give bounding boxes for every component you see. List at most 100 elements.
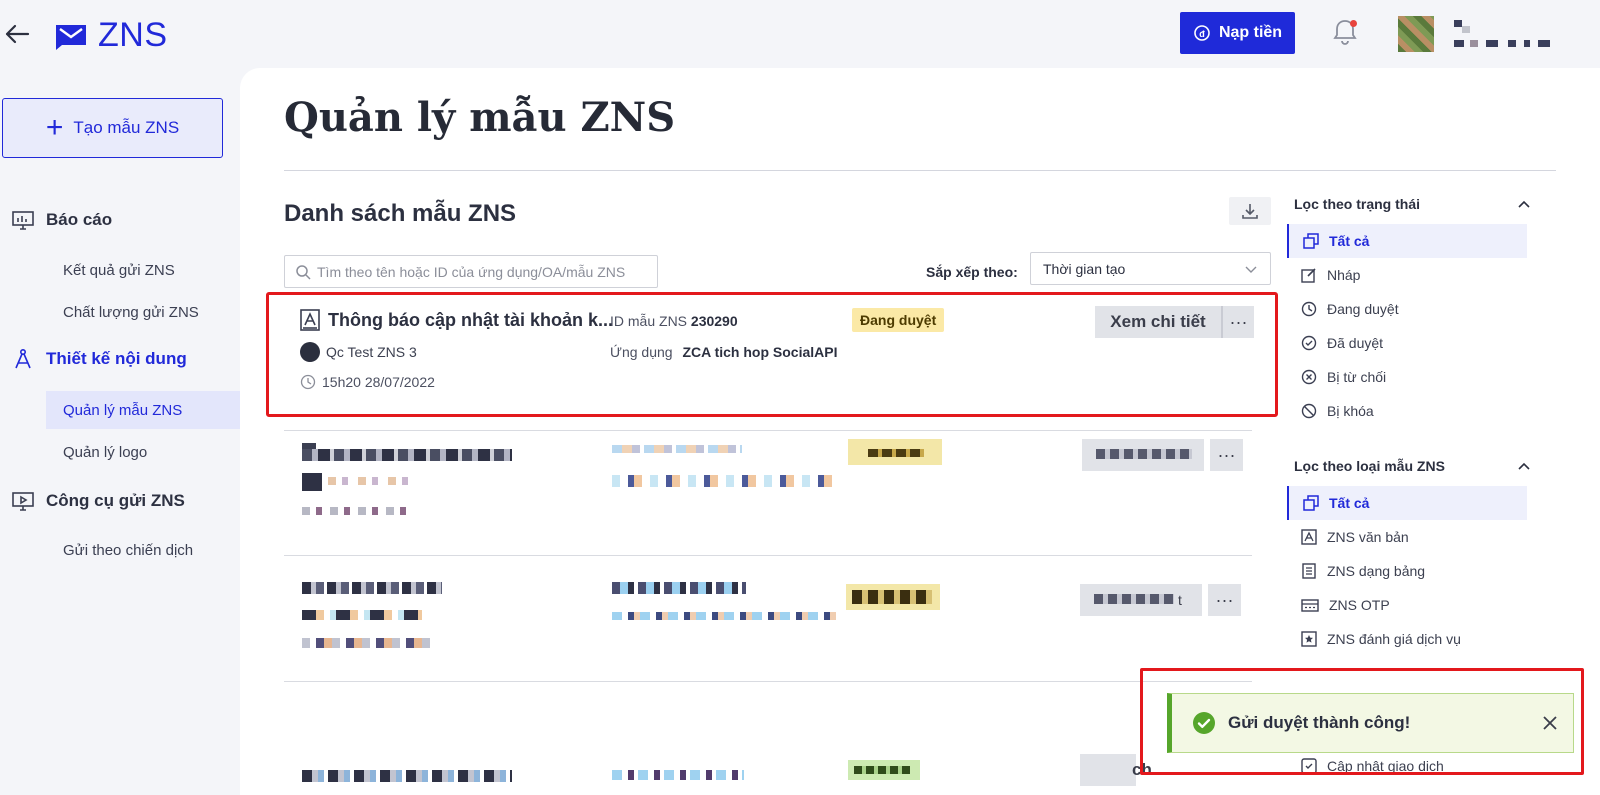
user-name-blurred[interactable] xyxy=(1454,20,1550,50)
filter-label: Bị khóa xyxy=(1327,403,1374,419)
chevron-up-icon xyxy=(1518,462,1530,470)
nav-group-content-design[interactable]: Thiết kế nội dung xyxy=(12,348,187,370)
filter-title: Lọc theo loại mẫu ZNS xyxy=(1294,458,1445,474)
text-template-icon xyxy=(300,309,320,331)
table-icon xyxy=(1302,563,1316,579)
template-card[interactable]: Thông báo cập nhật tài khoản k... ID mẫu… xyxy=(284,300,1254,408)
chevron-up-icon xyxy=(1518,200,1530,208)
template-owner: Qc Test ZNS 3 xyxy=(300,342,417,362)
compass-icon xyxy=(15,348,31,369)
nav-group-label: Công cụ gửi ZNS xyxy=(46,491,185,510)
success-toast: Gửi duyệt thành công! xyxy=(1167,693,1574,753)
sidebar-item-label: Gửi theo chiến dịch xyxy=(63,541,194,559)
status-badge: Đang duyệt xyxy=(852,308,945,332)
filter-label: ZNS đánh giá dịch vụ xyxy=(1327,631,1461,647)
sidebar-item-label: Quản lý mẫu ZNS xyxy=(63,401,183,419)
filter-label: ZNS OTP xyxy=(1329,597,1390,613)
filter-label: Tất cả xyxy=(1329,495,1370,511)
search-icon xyxy=(296,264,311,280)
sidebar-item-send-results[interactable]: Kết quả gửi ZNS xyxy=(46,251,240,289)
ban-icon xyxy=(1301,403,1317,419)
blurred-template-row[interactable]: t ··· xyxy=(284,556,1252,682)
top-bar: ZNS đ Nạp tiền xyxy=(0,0,1600,68)
user-avatar[interactable] xyxy=(1398,16,1434,52)
type-filter-table[interactable]: ZNS dạng bảng xyxy=(1287,554,1527,588)
app-value: ZCA tich hop SocialAPI xyxy=(682,344,838,360)
edit-icon xyxy=(1301,268,1316,283)
filter-title: Lọc theo trạng thái xyxy=(1294,196,1420,212)
status-filter-rejected[interactable]: Bị từ chối xyxy=(1287,360,1527,394)
filter-label: Nháp xyxy=(1327,267,1361,283)
type-filter-rating[interactable]: ZNS đánh giá dịch vụ xyxy=(1287,622,1527,656)
topup-button[interactable]: đ Nạp tiền xyxy=(1180,12,1295,54)
blurred-more-button[interactable]: ··· xyxy=(1210,439,1243,471)
download-button[interactable] xyxy=(1229,197,1271,225)
download-icon xyxy=(1242,204,1258,219)
sort-select[interactable]: Thời gian tạo xyxy=(1030,252,1271,285)
search-box[interactable] xyxy=(284,255,658,288)
close-icon[interactable] xyxy=(1541,714,1559,732)
coin-icon: đ xyxy=(1194,25,1210,41)
logo-text: ZNS xyxy=(98,16,168,54)
status-filter-approved[interactable]: Đã duyệt xyxy=(1287,326,1527,360)
template-id-label: ID mẫu ZNS xyxy=(610,313,688,329)
template-id-value: 230290 xyxy=(690,313,738,329)
notification-dot xyxy=(1350,20,1357,27)
copy-icon xyxy=(1303,233,1319,249)
sidebar-item-campaign-send[interactable]: Gửi theo chiến dịch xyxy=(46,531,240,569)
nav-group-label: Thiết kế nội dung xyxy=(46,349,187,368)
filter-label: Bị từ chối xyxy=(1327,369,1387,385)
search-input[interactable] xyxy=(317,263,647,280)
back-arrow-icon[interactable] xyxy=(4,22,30,46)
owner-name: Qc Test ZNS 3 xyxy=(326,344,417,360)
sidebar-item-template-management[interactable]: Quản lý mẫu ZNS xyxy=(46,391,240,429)
svg-text:đ: đ xyxy=(1199,29,1205,39)
sidebar-item-logo-management[interactable]: Quản lý logo xyxy=(46,433,240,471)
view-detail-button[interactable]: Xem chi tiết xyxy=(1095,306,1221,338)
blurred-template-row[interactable]: ch xyxy=(284,682,1252,795)
template-created-time: 15h20 28/07/2022 xyxy=(300,374,435,390)
x-circle-icon xyxy=(1301,369,1317,385)
type-filter-text[interactable]: ZNS văn bản xyxy=(1287,520,1527,554)
type-filter-otp[interactable]: ZNS OTP xyxy=(1287,588,1527,622)
topup-label: Nạp tiền xyxy=(1218,24,1283,41)
screen-send-icon xyxy=(12,492,34,511)
status-filter-all[interactable]: Tất cả xyxy=(1287,224,1527,258)
type-filter-all[interactable]: Tất cả xyxy=(1287,486,1527,520)
sidebar-item-label: Kết quả gửi ZNS xyxy=(63,261,175,279)
toast-message: Gửi duyệt thành công! xyxy=(1228,713,1411,732)
blurred-detail-button[interactable] xyxy=(1080,754,1136,786)
partial-button-text: t xyxy=(1178,592,1182,608)
more-options-button[interactable]: ··· xyxy=(1221,306,1254,338)
create-template-label: Tạo mẫu ZNS xyxy=(73,118,180,137)
status-filter-header[interactable]: Lọc theo trạng thái xyxy=(1294,196,1530,212)
status-filter-draft[interactable]: Nháp xyxy=(1287,258,1527,292)
nav-group-send-tools[interactable]: Công cụ gửi ZNS xyxy=(12,491,185,511)
list-title: Danh sách mẫu ZNS xyxy=(284,200,517,227)
template-name[interactable]: Thông báo cập nhật tài khoản k... xyxy=(300,309,618,331)
sidebar-item-label: Quản lý logo xyxy=(63,443,148,461)
filter-label: Đang duyệt xyxy=(1327,301,1399,317)
blurred-template-row[interactable]: ··· xyxy=(284,430,1252,556)
check-circle-icon xyxy=(1301,335,1317,351)
clock-icon xyxy=(300,374,316,390)
app-label: Ứng dụng xyxy=(610,344,673,360)
status-filter-pending[interactable]: Đang duyệt xyxy=(1287,292,1527,326)
title-divider xyxy=(284,170,1556,171)
template-name-text: Thông báo cập nhật tài khoản k... xyxy=(328,309,614,330)
zns-logo[interactable]: ZNS xyxy=(54,16,168,55)
plus-icon: + xyxy=(45,111,64,144)
blurred-more-button[interactable]: ··· xyxy=(1208,584,1241,616)
otp-icon xyxy=(1301,599,1319,612)
filter-label: ZNS văn bản xyxy=(1327,529,1409,545)
chevron-down-icon xyxy=(1245,266,1257,273)
type-filter-header[interactable]: Lọc theo loại mẫu ZNS xyxy=(1294,458,1530,474)
text-box-icon xyxy=(1301,529,1317,545)
notification-bell[interactable] xyxy=(1332,18,1358,46)
status-filter-locked[interactable]: Bị khóa xyxy=(1287,394,1527,428)
nav-group-reports[interactable]: Báo cáo xyxy=(12,210,112,230)
create-template-button[interactable]: + Tạo mẫu ZNS xyxy=(2,98,223,158)
sidebar-item-send-quality[interactable]: Chất lượng gửi ZNS xyxy=(46,293,240,331)
owner-avatar xyxy=(300,342,320,362)
created-time-text: 15h20 28/07/2022 xyxy=(322,374,435,390)
